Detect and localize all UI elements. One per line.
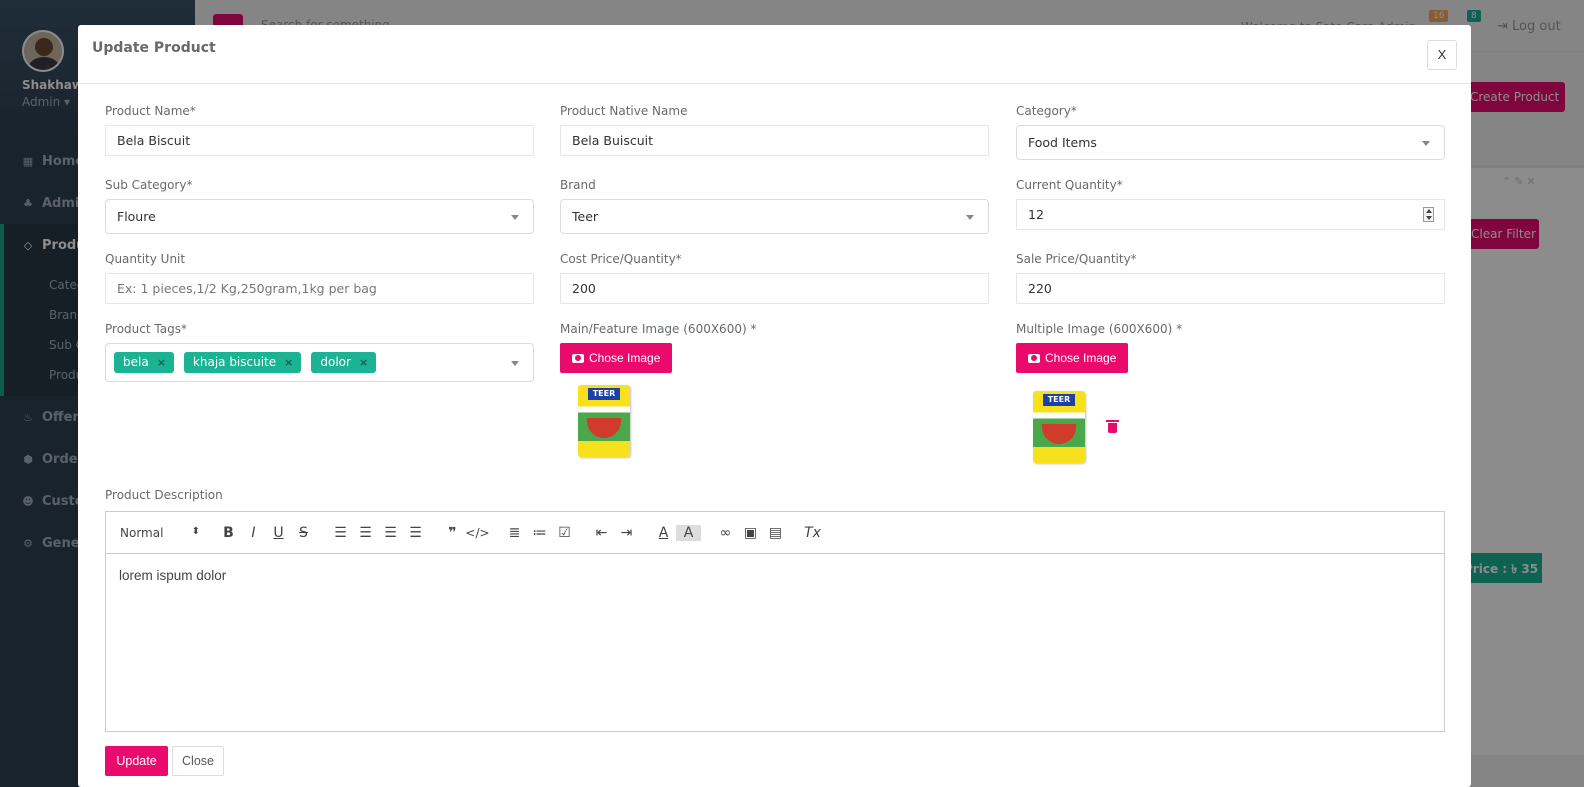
- align-justify-icon[interactable]: ☰: [403, 525, 428, 541]
- checklist-icon[interactable]: ☑: [552, 525, 577, 541]
- current-quantity-input[interactable]: 12: [1016, 199, 1445, 230]
- package-logo: TEER: [1043, 394, 1075, 406]
- align-center-icon[interactable]: ☰: [353, 525, 378, 541]
- chevron-down-icon: [511, 361, 519, 366]
- background-color-icon[interactable]: A: [676, 524, 701, 541]
- align-right-icon[interactable]: ☰: [378, 525, 403, 541]
- chose-image-label: Chose Image: [1045, 351, 1117, 365]
- chose-image-label: Chose Image: [589, 351, 661, 365]
- close-button[interactable]: Close: [172, 746, 224, 776]
- product-name-group: Product Name* Bela Biscuit: [105, 104, 534, 156]
- tag-label: khaja biscuite: [192, 355, 277, 369]
- bold-icon[interactable]: B: [216, 525, 241, 541]
- modal-title: Update Product: [92, 40, 216, 56]
- camera-icon: [572, 353, 584, 363]
- multiple-image-chose-button[interactable]: Chose Image: [1016, 343, 1129, 373]
- main-image-chose-button[interactable]: Chose Image: [560, 343, 673, 373]
- modal-close-x-button[interactable]: X: [1427, 40, 1457, 70]
- cost-price-input[interactable]: 200: [560, 273, 989, 304]
- quantity-unit-input[interactable]: Ex: 1 pieces,1/2 Kg,250gram,1kg per bag: [105, 273, 534, 304]
- image-icon[interactable]: ▣: [738, 525, 763, 541]
- category-select[interactable]: Food Items: [1016, 125, 1445, 160]
- package-art: [587, 418, 621, 438]
- brand-select[interactable]: Teer: [560, 199, 989, 234]
- sale-price-label: Sale Price/Quantity*: [1016, 252, 1137, 266]
- current-quantity-label: Current Quantity*: [1016, 178, 1123, 192]
- brand-value: Teer: [572, 209, 599, 224]
- update-product-modal: Update Product X Product Name* Bela Bisc…: [78, 25, 1471, 787]
- product-tags-group: Product Tags* bela × khaja biscuite × dolo…: [105, 322, 534, 382]
- number-spinner-icon[interactable]: [1423, 207, 1434, 222]
- text-format-select[interactable]: Normal: [120, 526, 204, 540]
- modal-footer: Update Close: [105, 746, 224, 776]
- description-label: Product Description: [105, 488, 223, 502]
- remove-tag-icon[interactable]: ×: [157, 356, 166, 369]
- outdent-icon[interactable]: ⇤: [589, 525, 614, 541]
- product-tags-input[interactable]: bela × khaja biscuite × dolor ×: [105, 343, 534, 382]
- package-art: [1042, 424, 1076, 444]
- align-left-icon[interactable]: ☰: [328, 525, 353, 541]
- product-name-input[interactable]: Bela Biscuit: [105, 125, 534, 156]
- underline-icon[interactable]: U: [266, 525, 291, 541]
- editor-content[interactable]: lorem ispum dolor: [106, 554, 1444, 597]
- editor-toolbar: Normal B I U S ☰ ☰ ☰ ☰ ❞ </> ≣ ≔ ☑ ⇤ ⇥ A…: [106, 512, 1444, 554]
- quantity-unit-group: Quantity Unit Ex: 1 pieces,1/2 Kg,250gra…: [105, 252, 534, 304]
- gallery-image-thumbnail: TEER: [1033, 391, 1085, 463]
- product-name-label: Product Name*: [105, 104, 196, 118]
- sale-price-input[interactable]: 220: [1016, 273, 1445, 304]
- description-editor: Normal B I U S ☰ ☰ ☰ ☰ ❞ </> ≣ ≔ ☑ ⇤ ⇥ A…: [105, 511, 1445, 732]
- clear-format-icon[interactable]: Tx: [800, 525, 825, 541]
- product-tags-label: Product Tags*: [105, 322, 187, 336]
- tag-chip: bela ×: [114, 352, 174, 373]
- italic-icon[interactable]: I: [241, 525, 266, 541]
- category-group: Category* Food Items: [1016, 104, 1445, 160]
- package-logo: TEER: [588, 388, 620, 400]
- main-image-group: Main/Feature Image (600X600) * Chose Ima…: [560, 322, 989, 373]
- current-quantity-group: Current Quantity* 12: [1016, 178, 1445, 230]
- ordered-list-icon[interactable]: ≣: [502, 525, 527, 541]
- main-image-label: Main/Feature Image (600X600) *: [560, 322, 757, 336]
- brand-label: Brand: [560, 178, 596, 192]
- chevron-down-icon: [1422, 141, 1430, 146]
- camera-icon: [1028, 353, 1040, 363]
- sub-category-value: Floure: [117, 209, 156, 224]
- code-icon[interactable]: </>: [465, 526, 490, 540]
- native-name-input[interactable]: Bela Buiscuit: [560, 125, 989, 156]
- native-name-group: Product Native Name Bela Buiscuit: [560, 104, 989, 156]
- tag-label: dolor: [320, 355, 351, 369]
- category-value: Food Items: [1028, 135, 1097, 150]
- sub-category-select[interactable]: Floure: [105, 199, 534, 234]
- strikethrough-icon[interactable]: S: [291, 525, 316, 541]
- tag-chip: dolor ×: [311, 352, 377, 373]
- brand-group: Brand Teer: [560, 178, 989, 234]
- remove-tag-icon[interactable]: ×: [284, 356, 293, 369]
- cost-price-label: Cost Price/Quantity*: [560, 252, 682, 266]
- trash-icon[interactable]: [1106, 420, 1119, 433]
- text-color-icon[interactable]: A: [651, 525, 676, 541]
- current-quantity-value: 12: [1028, 207, 1044, 222]
- cost-price-group: Cost Price/Quantity* 200: [560, 252, 989, 304]
- multiple-image-label: Multiple Image (600X600) *: [1016, 322, 1183, 336]
- tag-label: bela: [123, 355, 149, 369]
- blockquote-icon[interactable]: ❞: [440, 525, 465, 541]
- chevron-down-icon: [966, 215, 974, 220]
- update-button[interactable]: Update: [105, 746, 168, 776]
- category-label: Category*: [1016, 104, 1077, 118]
- multiple-image-group: Multiple Image (600X600) * Chose Image: [1016, 322, 1445, 373]
- sub-category-label: Sub Category*: [105, 178, 193, 192]
- sale-price-group: Sale Price/Quantity* 220: [1016, 252, 1445, 304]
- remove-tag-icon[interactable]: ×: [359, 356, 368, 369]
- description-group: Product Description: [105, 488, 534, 509]
- sub-category-group: Sub Category* Floure: [105, 178, 534, 234]
- indent-icon[interactable]: ⇥: [614, 525, 639, 541]
- chevron-down-icon: [511, 215, 519, 220]
- modal-header: Update Product X: [78, 25, 1471, 84]
- link-icon[interactable]: ∞: [713, 525, 738, 541]
- tag-chip: khaja biscuite ×: [183, 352, 302, 373]
- bullet-list-icon[interactable]: ≔: [527, 525, 552, 541]
- quantity-unit-label: Quantity Unit: [105, 252, 186, 266]
- video-icon[interactable]: ▤: [763, 525, 788, 541]
- native-name-label: Product Native Name: [560, 104, 688, 118]
- main-image-thumbnail: TEER: [578, 385, 630, 457]
